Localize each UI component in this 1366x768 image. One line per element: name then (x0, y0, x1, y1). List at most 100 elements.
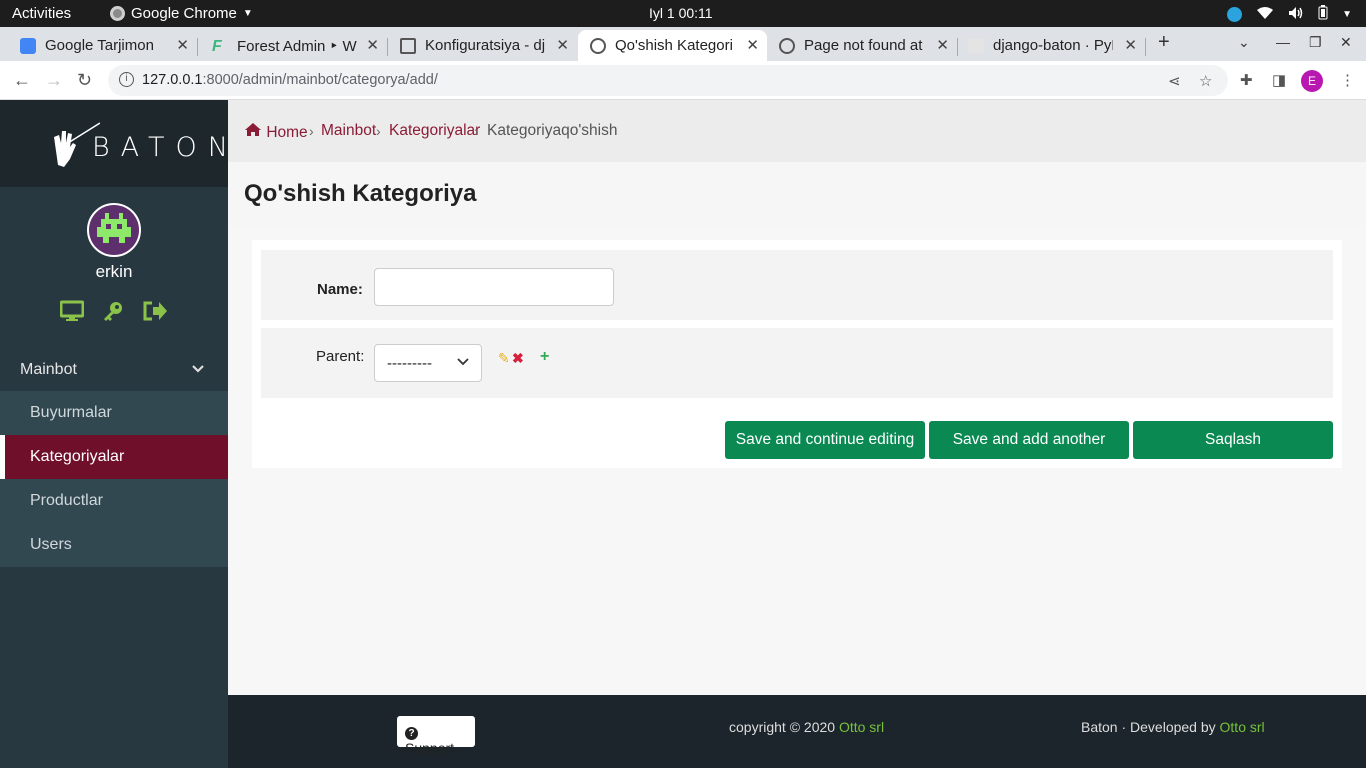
sidebar-item-users[interactable]: Users (0, 523, 228, 567)
restore-icon[interactable]: ❐ (1309, 34, 1322, 51)
save-and-continue-button[interactable]: Save and continue editing (725, 421, 925, 459)
tab-title: Page not found at (804, 37, 923, 54)
close-icon[interactable]: ✕ (556, 36, 569, 54)
breadcrumb-home[interactable]: Home (244, 122, 308, 142)
side-panel-icon[interactable]: ◨ (1272, 71, 1286, 89)
copyright: copyright © 2020 Otto srl (729, 719, 884, 735)
new-tab-plus-icon[interactable]: + (1158, 31, 1170, 54)
breadcrumb-separator: › (309, 123, 314, 139)
close-icon[interactable]: ✕ (746, 36, 759, 54)
share-icon[interactable]: ⋖ (1168, 72, 1181, 90)
parent-select[interactable]: --------- (374, 344, 482, 382)
tab-forest-admin[interactable]: F Forest Admin ‣ Wo ✕ (197, 30, 387, 61)
form-card: Name: Parent: --------- ✎ ✖ + Save and c… (252, 240, 1342, 468)
url-text[interactable]: 127.0.0.1:8000/admin/mainbot/categorya/a… (142, 72, 438, 88)
form-row-parent: Parent: --------- ✎ ✖ + (261, 328, 1333, 398)
volume-icon[interactable] (1288, 6, 1304, 23)
developed-by: Baton · Developed by Otto srl (1081, 719, 1265, 735)
system-menu-chevron-icon[interactable]: ▼ (1342, 9, 1352, 20)
logo-area: BATON (0, 100, 228, 187)
footer: ? Support copyright © 2020 Otto srl Bato… (228, 695, 1366, 768)
tab-page-not-found[interactable]: Page not found at ✕ (767, 30, 957, 61)
desktop-monitor-icon[interactable] (59, 300, 85, 327)
key-icon[interactable] (102, 300, 124, 327)
app-name: Google Chrome (131, 5, 237, 22)
form-row-name: Name: (261, 250, 1333, 320)
browser-toolbar: ← → ↻ i 127.0.0.1:8000/admin/mainbot/cat… (0, 61, 1366, 100)
breadcrumb-model[interactable]: Kategoriyalar (389, 122, 480, 140)
copyright-link[interactable]: Otto srl (839, 719, 884, 735)
tab-title: Forest Admin ‣ Wo (237, 37, 357, 55)
logout-icon[interactable] (142, 300, 168, 327)
telegram-icon[interactable] (1227, 6, 1243, 22)
breadcrumb-current: Kategoriyaqo'shish (487, 122, 618, 139)
forest-admin-icon: F (212, 37, 222, 55)
name-label: Name: (317, 281, 363, 298)
hand-with-baton-icon (50, 121, 101, 167)
support-button[interactable]: ? Support (397, 716, 475, 756)
globe-icon (590, 37, 606, 54)
reload-icon[interactable]: ↻ (77, 70, 92, 91)
globe-icon (779, 37, 795, 54)
app-group-label: Mainbot (20, 361, 77, 378)
clock[interactable]: Iyl 1 00:11 (649, 5, 713, 21)
system-tray[interactable]: ▼ (1227, 5, 1352, 23)
close-icon[interactable]: ✕ (366, 36, 379, 54)
save-and-add-another-button[interactable]: Save and add another (929, 421, 1129, 459)
edit-pencil-icon[interactable]: ✎ (498, 350, 510, 367)
breadcrumb-app[interactable]: Mainbot (321, 122, 376, 140)
page-title: Qo'shish Kategoriya (244, 180, 477, 207)
minimize-icon[interactable]: — (1276, 34, 1290, 50)
tab-google-translate[interactable]: Google Tarjimon ✕ (0, 30, 197, 61)
window-close-icon[interactable]: ✕ (1340, 34, 1352, 51)
developed-by-text: Baton · Developed by (1081, 719, 1220, 735)
tab-search-chevron-icon[interactable]: ⌄ (1238, 34, 1250, 51)
close-icon[interactable]: ✕ (176, 36, 189, 54)
sidebar-item-kategoriyalar[interactable]: Kategoriyalar (0, 435, 228, 479)
chevron-down-icon (457, 354, 469, 369)
tab-konfiguratsiya[interactable]: Konfiguratsiya - dj ✕ (387, 30, 577, 61)
wifi-icon[interactable] (1256, 6, 1274, 23)
developer-link[interactable]: Otto srl (1220, 719, 1265, 735)
page-header: Qo'shish Kategoriya (228, 162, 1366, 226)
page-icon (400, 37, 416, 54)
breadcrumb-home-label: Home (266, 124, 308, 141)
chevron-down-icon: ▼ (242, 8, 253, 19)
add-plus-icon[interactable]: + (540, 348, 549, 366)
save-button[interactable]: Saqlash (1133, 421, 1333, 459)
delete-x-icon[interactable]: ✖ (512, 350, 524, 367)
close-icon[interactable]: ✕ (936, 36, 949, 54)
parent-select-value: --------- (387, 355, 432, 372)
tab-title: Konfiguratsiya - dj (425, 37, 545, 54)
tab-django-baton-pypi[interactable]: django-baton · PyP ✕ (957, 30, 1145, 61)
extensions-puzzle-icon[interactable]: ✚ (1240, 71, 1253, 89)
question-circle-icon: ? (405, 727, 418, 740)
forward-arrow-icon[interactable]: → (45, 70, 63, 91)
pypi-icon (968, 37, 984, 54)
username: erkin (95, 262, 133, 281)
tab-title: Google Tarjimon (45, 37, 154, 54)
name-input[interactable] (374, 268, 614, 306)
tab-divider (1145, 38, 1146, 56)
profile-avatar[interactable]: E (1301, 70, 1323, 92)
sidebar: BATON erkin Mainbot Buyurmalar Kategoriy… (0, 100, 228, 768)
close-icon[interactable]: ✕ (1124, 36, 1137, 54)
activities-button[interactable]: Activities (12, 5, 71, 22)
breadcrumb-separator: › (474, 123, 479, 139)
home-icon (245, 123, 261, 136)
address-bar[interactable]: i 127.0.0.1:8000/admin/mainbot/categorya… (108, 65, 1228, 96)
sidebar-item-productlar[interactable]: Productlar (0, 479, 228, 523)
sidebar-item-buyurmalar[interactable]: Buyurmalar (0, 391, 228, 435)
bookmark-star-icon[interactable]: ☆ (1199, 72, 1212, 90)
app-menu[interactable]: Google Chrome ▼ (110, 5, 253, 22)
chevron-down-icon (192, 361, 204, 376)
battery-icon[interactable] (1318, 5, 1328, 23)
kebab-menu-icon[interactable]: ⋮ (1340, 71, 1355, 89)
info-icon[interactable]: i (119, 72, 134, 87)
baton-logo[interactable]: BATON (50, 120, 239, 167)
back-arrow-icon[interactable]: ← (13, 70, 31, 91)
tab-qoshish-kategoriya[interactable]: Qo'shish Kategori ✕ (578, 30, 767, 61)
breadcrumb: Home › Mainbot › Kategoriyalar › Kategor… (228, 100, 1366, 162)
app-group-mainbot[interactable]: Mainbot (0, 347, 228, 391)
google-translate-icon (20, 37, 36, 54)
